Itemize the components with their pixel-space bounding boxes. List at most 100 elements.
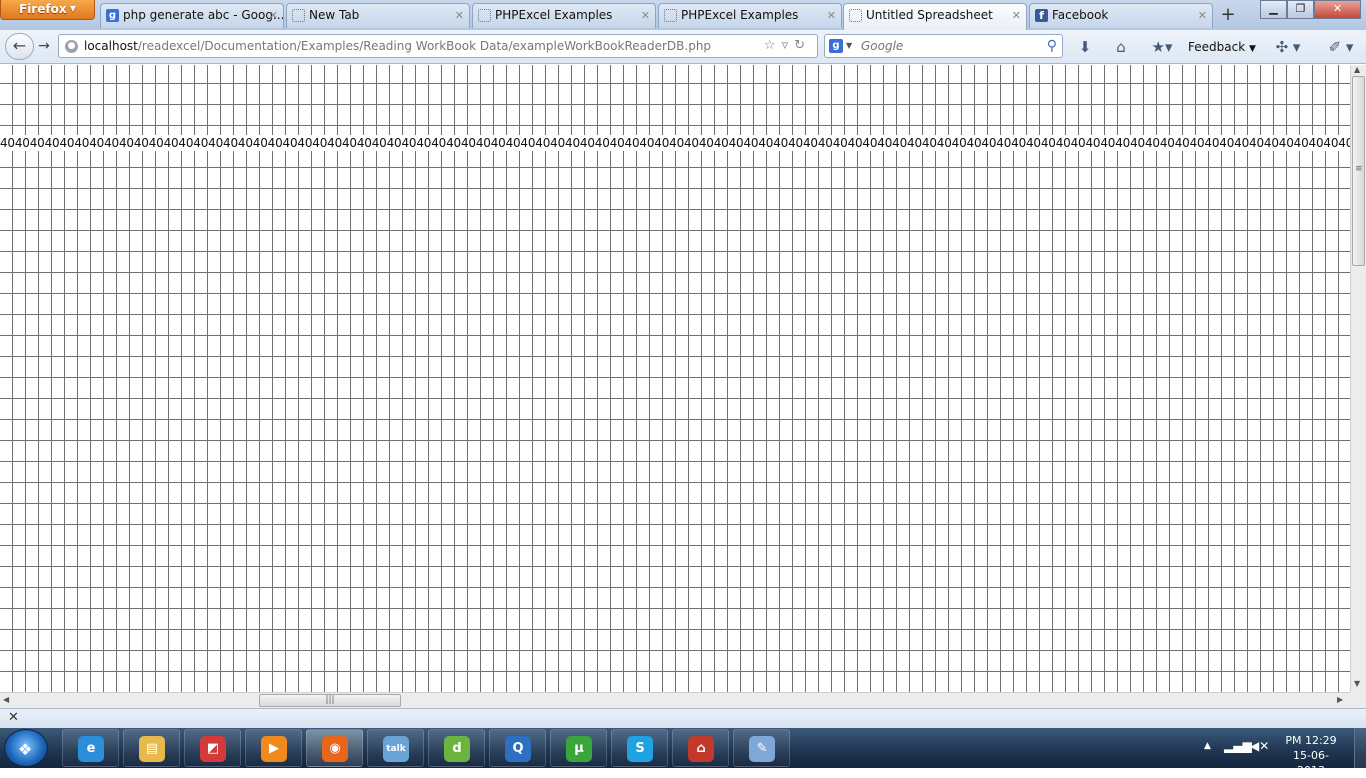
taskbar-app-button[interactable]: talk <box>367 729 424 767</box>
taskbar-app-button[interactable]: Q <box>489 729 546 767</box>
scroll-right-icon[interactable]: ▶ <box>1337 695 1343 704</box>
internet-explorer-icon: e <box>78 736 104 762</box>
installer-app-icon: ⌂ <box>688 736 714 762</box>
google-icon[interactable]: g <box>829 39 843 53</box>
close-icon: ✕ <box>1332 2 1343 15</box>
grip-icon: ≡ <box>1355 164 1363 174</box>
url-controls: ☆▿↻ <box>764 35 811 57</box>
home-icon: ⌂ <box>1116 38 1126 56</box>
taskbar-app-button[interactable]: ⌂ <box>672 729 729 767</box>
url-path: /readexcel/Documentation/Examples/Readin… <box>137 39 712 53</box>
scroll-left-icon[interactable]: ◀ <box>3 695 9 704</box>
forward-button[interactable]: → <box>35 37 53 57</box>
close-window-button[interactable]: ✕ <box>1314 0 1361 19</box>
close-icon[interactable]: ✕ <box>827 4 836 27</box>
bookmarks-button[interactable]: ★▾ <box>1146 37 1178 57</box>
clock-time: PM 12:29 <box>1285 734 1337 747</box>
back-button[interactable]: ← <box>5 33 34 60</box>
bookmark-star-icon[interactable]: ☆ <box>764 38 782 53</box>
google-talk-icon: talk <box>383 736 409 762</box>
site-identity-icon[interactable]: ● <box>65 40 78 53</box>
taskbar-app-button[interactable]: ▶ <box>245 729 302 767</box>
search-icon[interactable]: ⚲ <box>1047 35 1057 57</box>
query-app-icon: Q <box>505 736 531 762</box>
home-button[interactable]: ⌂ <box>1111 37 1131 57</box>
arrow-left-icon: ← <box>12 36 27 55</box>
start-button[interactable]: ❖ <box>4 729 48 767</box>
navigation-toolbar: ← → ● localhost/readexcel/Documentation/… <box>0 30 1366 64</box>
scroll-corner <box>1350 692 1366 708</box>
windows-taskbar: ❖ e ▤ ◩ ▶ ◉ talk d Qµ S ⌂ ✎ ▲ ▂▄▆ ◀✕ PM 12:29 15-0… <box>0 728 1366 777</box>
horizontal-scrollbar[interactable]: ◀ ||| ▶ <box>0 692 1350 708</box>
dreamweaver-icon: d <box>444 736 470 762</box>
taskbar-app-button[interactable]: e <box>62 729 119 767</box>
minimize-icon: ▁ <box>1269 2 1278 15</box>
tab-facebook[interactable]: f Facebook ✕ <box>1029 3 1213 28</box>
feedback-label: Feedback <box>1188 40 1246 54</box>
blank-page-icon <box>849 9 862 22</box>
close-icon[interactable]: ✕ <box>455 4 464 27</box>
url-host: localhost <box>84 39 138 53</box>
presentation-app-icon: ◩ <box>200 736 226 762</box>
reload-icon[interactable]: ↻ <box>794 38 811 53</box>
close-icon[interactable]: ✕ <box>641 4 650 27</box>
facebook-icon: f <box>1035 9 1048 22</box>
scroll-up-icon[interactable]: ▲ <box>1354 65 1360 74</box>
maximize-button[interactable]: ❐ <box>1287 0 1314 19</box>
spreadsheet-grid[interactable]: 4040404040404040404040404040404040404040… <box>0 65 1350 692</box>
paint-icon: ✎ <box>749 736 775 762</box>
taskbar-app-button[interactable]: d <box>428 729 485 767</box>
taskbar-app-button[interactable]: µ <box>550 729 607 767</box>
tab-phpexcel-examples-1[interactable]: PHPExcel Examples ✕ <box>472 3 656 28</box>
network-icon[interactable]: ▂▄▆ <box>1224 739 1252 753</box>
tab-label: New Tab <box>309 8 360 22</box>
clock-date: 15-06-2013 <box>1293 749 1329 777</box>
minimize-button[interactable]: ▁ <box>1260 0 1287 19</box>
close-icon[interactable]: ✕ <box>1198 4 1207 27</box>
restore-icon: ❐ <box>1295 2 1306 15</box>
utorrent-icon: µ <box>566 736 592 762</box>
tab-google-search[interactable]: g php generate abc - Goog... ✕ <box>100 3 284 28</box>
taskbar-app-button[interactable]: S <box>611 729 668 767</box>
url-text[interactable]: localhost/readexcel/Documentation/Exampl… <box>84 35 711 57</box>
vertical-scrollbar[interactable]: ▲ ≡ ▼ <box>1350 65 1366 692</box>
system-tray: ▲ ▂▄▆ ◀✕ <box>1200 728 1280 768</box>
blank-page-icon <box>664 9 677 22</box>
bookmarks-icon: ★▾ <box>1151 38 1173 56</box>
scroll-down-icon[interactable]: ▼ <box>1354 679 1360 688</box>
tray-expand-icon[interactable]: ▲ <box>1204 741 1211 751</box>
taskbar-app-button[interactable]: ◩ <box>184 729 241 767</box>
plus-icon: + <box>1220 4 1236 25</box>
close-icon[interactable]: ✕ <box>1012 4 1021 27</box>
horizontal-scroll-thumb[interactable]: ||| <box>259 694 401 707</box>
address-bar[interactable]: ● localhost/readexcel/Documentation/Exam… <box>58 34 818 58</box>
history-dropdown-icon[interactable]: ▿ <box>782 38 795 53</box>
puzzle-icon: ✣ ▾ <box>1275 38 1301 56</box>
download-icon: ⬇ <box>1078 38 1092 56</box>
system-clock[interactable]: PM 12:29 15-06-2013 <box>1281 733 1341 778</box>
vertical-scroll-thumb[interactable]: ≡ <box>1352 76 1365 266</box>
tab-new-tab[interactable]: New Tab ✕ <box>286 3 470 28</box>
show-desktop-button[interactable] <box>1354 728 1366 768</box>
chevron-down-icon[interactable]: ▼ <box>846 35 852 57</box>
addon-button[interactable]: ✣ ▾ <box>1268 37 1308 57</box>
tab-phpexcel-examples-2[interactable]: PHPExcel Examples ✕ <box>658 3 842 28</box>
blank-page-icon <box>478 9 491 22</box>
firefox-menu-button[interactable]: Firefox ▼ <box>0 0 95 20</box>
downloads-button[interactable]: ⬇ <box>1075 37 1095 57</box>
tools-button[interactable]: ✐ ▾ <box>1320 37 1362 57</box>
media-player-icon: ▶ <box>261 736 287 762</box>
search-input[interactable] <box>861 37 1036 55</box>
taskbar-app-button[interactable]: ◉ <box>306 729 363 767</box>
taskbar-app-button[interactable]: ✎ <box>733 729 790 767</box>
feedback-button[interactable]: Feedback ▼ <box>1188 37 1256 59</box>
close-icon[interactable]: ✕ <box>269 4 278 27</box>
close-icon[interactable]: ✕ <box>8 710 19 725</box>
arrow-right-icon: → <box>38 38 50 54</box>
volume-muted-icon[interactable]: ◀✕ <box>1250 739 1269 753</box>
taskbar-app-button[interactable]: ▤ <box>123 729 180 767</box>
tab-untitled-spreadsheet[interactable]: Untitled Spreadsheet ✕ <box>843 3 1027 30</box>
new-tab-button[interactable]: + <box>1216 4 1240 28</box>
search-bar[interactable]: g ▼ ⚲ <box>824 34 1063 58</box>
tab-label: PHPExcel Examples <box>495 8 613 22</box>
